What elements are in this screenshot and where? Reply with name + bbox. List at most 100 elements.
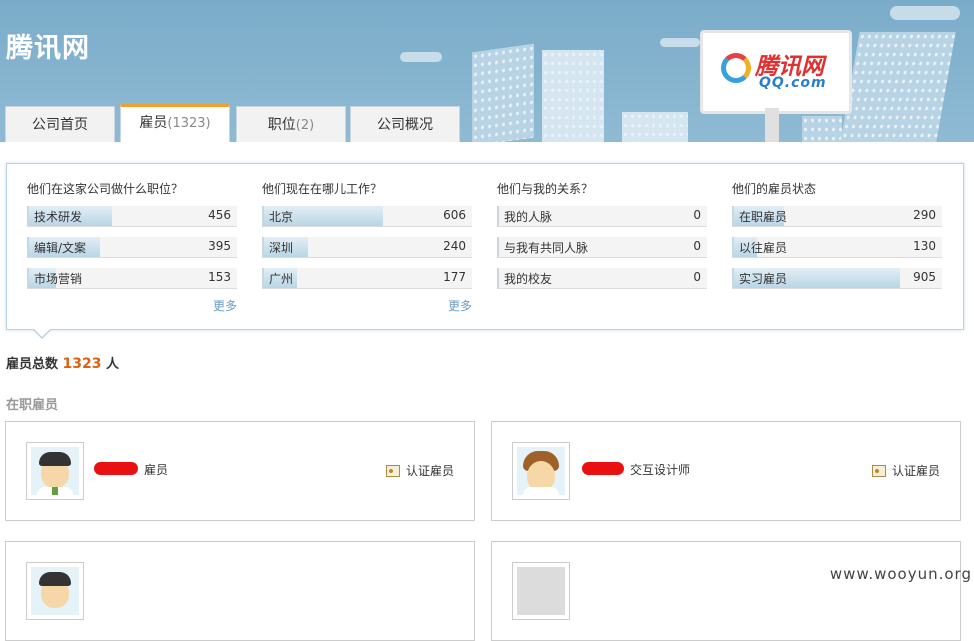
qq-logo-icon: [721, 53, 751, 83]
stats-row-label: 我的人脉: [504, 210, 553, 224]
logo-subtext: QQ.com: [759, 75, 827, 91]
tab-label: 公司首页: [32, 117, 88, 133]
verified-label: 认证雇员: [891, 464, 940, 478]
building-decoration: [472, 43, 534, 142]
stats-row-label: 在职雇员: [739, 210, 788, 224]
stats-row-count: 606: [443, 208, 466, 222]
stats-row[interactable]: 技术研发 456: [27, 206, 237, 227]
stats-row-label: 编辑/文案: [34, 241, 87, 255]
stats-column-title: 他们在这家公司做什么职位？: [27, 182, 184, 196]
stats-row[interactable]: 编辑/文案 395: [27, 237, 237, 258]
total-count: 1323: [62, 356, 102, 372]
stats-row-count: 0: [693, 270, 701, 284]
stats-row[interactable]: 我的校友 0: [497, 268, 707, 289]
company-logo-sign: 腾讯网 QQ.com: [700, 30, 852, 114]
stats-row-count: 177: [443, 270, 466, 284]
employee-title: 雇员: [144, 463, 169, 477]
stats-row[interactable]: 深圳 240: [262, 237, 472, 258]
stats-column-title: 他们与我的关系？: [497, 182, 594, 196]
avatar-hair: [39, 572, 71, 586]
stats-row-label: 我的校友: [504, 272, 553, 286]
stats-row-count: 153: [208, 270, 231, 284]
stats-row-count: 0: [693, 239, 701, 253]
total-suffix: 人: [106, 357, 120, 372]
stats-row[interactable]: 以往雇员 130: [732, 237, 942, 258]
default-male-avatar-icon: [31, 567, 79, 615]
stats-column-title: 他们的雇员状态: [732, 182, 817, 196]
stats-row[interactable]: 实习雇员 905: [732, 268, 942, 289]
section-title: 在职雇员: [6, 398, 59, 413]
stats-row[interactable]: 市场营销 153: [27, 268, 237, 289]
stats-row-count: 130: [913, 239, 936, 253]
tab-label: 职位: [267, 117, 296, 133]
tab-count: (2): [295, 118, 315, 133]
stats-row[interactable]: 广州 177: [262, 268, 472, 289]
stats-row-count: 456: [208, 208, 231, 222]
stats-row-label: 技术研发: [34, 210, 83, 224]
stats-row-label: 深圳: [269, 241, 294, 255]
avatar[interactable]: [26, 562, 84, 620]
tab-employees[interactable]: 雇员(1323): [120, 104, 230, 142]
default-avatar-icon: [517, 447, 565, 495]
site-title: 腾讯网: [6, 33, 90, 64]
building-decoration: [802, 116, 842, 142]
stats-column-status: 他们的雇员状态 在职雇员 290 以往雇员 130 实习雇员 905: [732, 180, 942, 299]
cloud-decoration: [400, 52, 442, 62]
id-card-icon: [871, 465, 886, 477]
stats-row-label: 广州: [269, 272, 294, 286]
avatar[interactable]: [26, 442, 84, 500]
page-header: 腾讯网 公司首页 雇员(1323) 职位(2) 公司概况 腾讯网 QQ.com: [0, 0, 974, 142]
stats-row[interactable]: 与我有共同人脉 0: [497, 237, 707, 258]
tab-company-home[interactable]: 公司首页: [5, 106, 115, 142]
employee-card[interactable]: [491, 541, 961, 641]
id-card-icon: [385, 465, 400, 477]
stats-row-count: 0: [693, 208, 701, 222]
avatar[interactable]: [512, 442, 570, 500]
stats-column-relations: 他们与我的关系？ 我的人脉 0 与我有共同人脉 0 我的校友 0: [497, 180, 707, 299]
tab-positions[interactable]: 职位(2): [236, 106, 346, 142]
watermark: www.wooyun.org: [829, 565, 972, 583]
stats-row-label: 实习雇员: [739, 272, 788, 286]
stats-row[interactable]: 我的人脉 0: [497, 206, 707, 227]
stats-row-label: 市场营销: [34, 272, 83, 286]
stats-row-label: 与我有共同人脉: [504, 241, 589, 255]
building-decoration: [840, 32, 956, 142]
default-male-avatar-icon: [31, 447, 79, 495]
cloud-decoration: [660, 38, 700, 47]
verified-label: 认证雇员: [405, 464, 454, 478]
stats-column-title: 他们现在在哪儿工作？: [262, 182, 383, 196]
tab-count: (1323): [167, 116, 211, 131]
stats-row-label: 以往雇员: [739, 241, 788, 255]
tab-label: 雇员: [139, 115, 168, 131]
building-decoration: [542, 50, 604, 142]
employee-title: 交互设计师: [630, 463, 691, 477]
tab-label: 公司概况: [377, 117, 433, 133]
stats-row[interactable]: 在职雇员 290: [732, 206, 942, 227]
verified-employee-badge: 认证雇员: [385, 462, 454, 479]
tab-company-overview[interactable]: 公司概况: [350, 106, 460, 142]
stats-row-label: 北京: [269, 210, 294, 224]
avatar-tie: [52, 487, 58, 495]
avatar[interactable]: [512, 562, 570, 620]
more-link[interactable]: 更多: [27, 297, 237, 314]
verified-employee-badge: 认证雇员: [871, 462, 940, 479]
avatar-body: [523, 487, 559, 495]
avatar-hair: [39, 452, 71, 466]
employee-card[interactable]: [5, 541, 475, 641]
employee-card[interactable]: 交互设计师 认证雇员: [491, 421, 961, 521]
more-link[interactable]: 更多: [262, 297, 472, 314]
employee-total: 雇员总数 1323 人: [6, 353, 119, 372]
redacted-name: [94, 462, 138, 475]
stats-column-positions: 他们在这家公司做什么职位？ 技术研发 456 编辑/文案 395 市场营销 153 更…: [27, 180, 237, 314]
redacted-name: [582, 462, 624, 475]
stats-column-locations: 他们现在在哪儿工作？ 北京 606 深圳 240 广州 177 更多: [262, 180, 472, 314]
stats-row[interactable]: 北京 606: [262, 206, 472, 227]
panel-pointer: [32, 328, 52, 339]
stats-row-count: 240: [443, 239, 466, 253]
sign-post: [765, 108, 779, 142]
total-prefix: 雇员总数: [6, 357, 59, 372]
stats-row-count: 905: [913, 270, 936, 284]
stats-panel: 他们在这家公司做什么职位？ 技术研发 456 编辑/文案 395 市场营销 153 更…: [6, 163, 964, 330]
stats-row-count: 290: [913, 208, 936, 222]
employee-card[interactable]: 雇员 认证雇员: [5, 421, 475, 521]
